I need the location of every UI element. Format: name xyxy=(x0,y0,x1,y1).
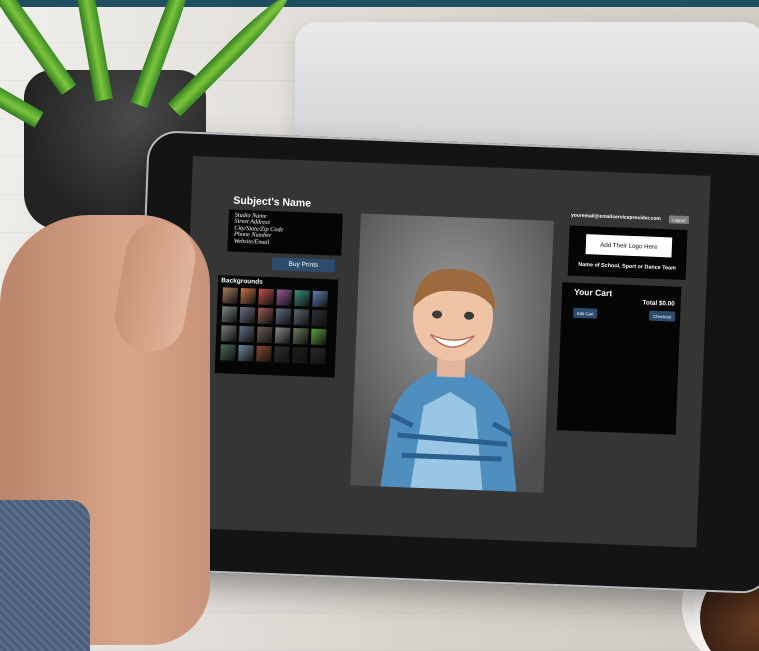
cart-total: Total $0.00 xyxy=(642,299,675,308)
background-swatch[interactable] xyxy=(293,308,310,326)
school-name: Name of School, Sport or Dance Team xyxy=(578,261,676,272)
add-logo-button[interactable]: Add Their Logo Here xyxy=(585,234,673,258)
background-swatch[interactable] xyxy=(239,306,256,324)
background-swatch[interactable] xyxy=(274,346,290,363)
user-email: youremail@emailserviceprovider.com xyxy=(570,212,661,223)
background-swatch[interactable] xyxy=(220,325,237,342)
backgrounds-panel: Backgrounds xyxy=(214,275,339,378)
photo-scene: Subject's Name Studio Name Street Addres… xyxy=(0,0,759,651)
sweater-sleeve xyxy=(0,500,90,651)
background-swatch[interactable] xyxy=(311,309,328,327)
background-swatch[interactable] xyxy=(257,307,274,325)
edit-cart-button[interactable]: Edit Cart xyxy=(573,307,598,319)
background-swatch[interactable] xyxy=(238,325,255,343)
background-swatch[interactable] xyxy=(310,347,326,365)
backgrounds-title: Backgrounds xyxy=(221,277,263,286)
background-swatch[interactable] xyxy=(256,345,272,363)
background-swatch[interactable] xyxy=(312,290,328,308)
background-swatch[interactable] xyxy=(258,288,274,306)
background-swatch[interactable] xyxy=(220,344,236,361)
background-swatch[interactable] xyxy=(221,306,238,323)
cart-title: Your Cart xyxy=(573,286,613,299)
cart-panel: Your Cart Total $0.00 Edit Cart Checkout xyxy=(556,282,682,435)
background-swatch[interactable] xyxy=(275,308,292,325)
background-swatch[interactable] xyxy=(256,326,273,344)
logo-panel: Add Their Logo Here Name of School, Spor… xyxy=(567,225,688,281)
tablet-screen: Subject's Name Studio Name Street Addres… xyxy=(178,156,711,548)
logout-button[interactable]: Logout xyxy=(668,215,690,225)
portrait-photo-icon xyxy=(350,213,554,493)
background-swatch[interactable] xyxy=(238,344,254,362)
background-swatch[interactable] xyxy=(276,289,292,306)
background-swatch-grid xyxy=(220,287,328,365)
checkout-button[interactable]: Checkout xyxy=(649,310,676,322)
background-swatch[interactable] xyxy=(274,327,291,344)
background-swatch[interactable] xyxy=(294,290,310,307)
background-swatch[interactable] xyxy=(292,346,308,364)
buy-prints-button[interactable]: Buy Prints xyxy=(271,257,336,273)
background-swatch[interactable] xyxy=(292,327,309,345)
background-swatch[interactable] xyxy=(310,328,327,346)
studio-info: Studio Name Street Address City/State/Zi… xyxy=(227,209,343,256)
background-swatch[interactable] xyxy=(222,287,238,304)
portrait-photo xyxy=(350,213,554,493)
subject-name: Subject's Name xyxy=(233,194,312,210)
background-swatch[interactable] xyxy=(240,287,256,305)
